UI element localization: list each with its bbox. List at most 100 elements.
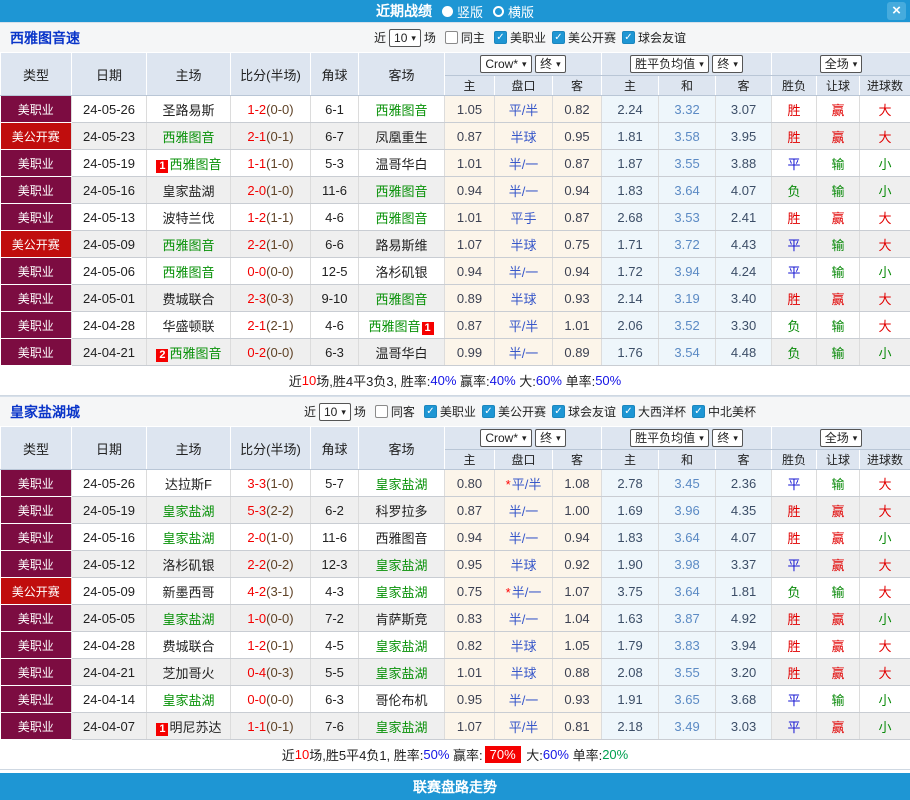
- avg-home-odds: 2.78: [602, 470, 659, 497]
- match-row: 美公开赛24-05-09新墨西哥4-2(3-1)4-3皇家盐湖0.75*半/一1…: [1, 578, 910, 605]
- avg-final-select[interactable]: 终▾: [712, 55, 743, 73]
- avg-away-odds: 3.37: [716, 551, 772, 578]
- league-checkbox[interactable]: ✓美公开赛: [482, 403, 546, 420]
- col-corner: 角球: [311, 53, 359, 96]
- odds-final-select[interactable]: 终▾: [535, 55, 566, 73]
- halftime-score: (0-0): [266, 102, 293, 117]
- home-team-name: 西雅图音: [162, 265, 214, 280]
- summary-segment: 40%: [430, 373, 456, 388]
- avg-final-select[interactable]: 终▾: [712, 429, 743, 447]
- fulltime-score: 0-2: [247, 345, 266, 360]
- fulltime-score: 2-3: [247, 291, 266, 306]
- summary-segment: 场,胜4平3负3, 胜率:: [316, 371, 430, 390]
- crow-handicap: 半/一: [495, 150, 553, 177]
- checkbox-checked-icon: ✓: [424, 405, 437, 418]
- radio-vertical-layout[interactable]: 竖版: [442, 2, 483, 21]
- league-checkbox[interactable]: ✓美职业: [494, 29, 546, 46]
- result-handicap: 输: [817, 686, 860, 713]
- star-icon: *: [506, 477, 511, 492]
- result-outcome: 平: [772, 686, 817, 713]
- home-team: 费城联合: [147, 285, 231, 312]
- fulltime-select[interactable]: 全场▾: [820, 429, 863, 447]
- avg-away-odds: 4.24: [716, 258, 772, 285]
- match-date: 24-05-19: [72, 150, 147, 177]
- result-outcome: 胜: [772, 204, 817, 231]
- result-goals: 大: [860, 123, 910, 150]
- match-date: 24-05-13: [72, 204, 147, 231]
- away-team: 科罗拉多: [359, 497, 445, 524]
- fulltime-score: 4-2: [247, 584, 266, 599]
- league-checkbox[interactable]: ✓大西洋杯: [622, 403, 686, 420]
- avg-away-odds: 3.88: [716, 150, 772, 177]
- corners: 5-7: [311, 470, 359, 497]
- avg-odds-select[interactable]: 胜平负均值▾: [630, 429, 709, 447]
- result-outcome: 平: [772, 470, 817, 497]
- col-odds-home: 主: [445, 450, 495, 470]
- col-date: 日期: [72, 53, 147, 96]
- league-checkbox[interactable]: ✓球会友谊: [622, 29, 686, 46]
- avg-draw-odds: 3.65: [659, 686, 716, 713]
- crow-home-odds: 0.89: [445, 285, 495, 312]
- score: 5-3(2-2): [231, 497, 311, 524]
- close-icon[interactable]: ×: [887, 2, 906, 20]
- summary-line: 近10场,胜4平3负3, 胜率:40% 赢率:40% 大:60% 单率:50%: [0, 366, 910, 396]
- away-team: 洛杉矶银: [359, 258, 445, 285]
- away-team-name: 西雅图音: [375, 211, 427, 226]
- league-checkbox[interactable]: ✓中北美杯: [692, 403, 756, 420]
- league-badge: 美职业: [1, 285, 72, 312]
- radio-selected-icon: [442, 6, 453, 17]
- match-row: 美职业24-05-05皇家盐湖1-0(0-0)7-2肯萨斯竞0.83半/一1.0…: [1, 605, 910, 632]
- radio-horizontal-layout[interactable]: 横版: [493, 2, 534, 21]
- avg-away-odds: 3.94: [716, 632, 772, 659]
- crow-home-odds: 0.83: [445, 605, 495, 632]
- handicap-text: 平/半: [512, 477, 542, 492]
- avg-away-odds: 2.36: [716, 470, 772, 497]
- result-handicap: 赢: [817, 285, 860, 312]
- score: 0-4(0-3): [231, 659, 311, 686]
- halftime-score: (2-2): [266, 503, 293, 518]
- summary-segment: 20%: [602, 747, 628, 762]
- home-team-name: 明尼苏达: [169, 720, 221, 735]
- home-team-name: 皇家盐湖: [162, 531, 214, 546]
- checkbox-checked-icon: ✓: [622, 405, 635, 418]
- odds-company-select[interactable]: Crow*▾: [480, 429, 531, 447]
- home-team-name: 皇家盐湖: [162, 612, 214, 627]
- halftime-score: (1-0): [266, 183, 293, 198]
- match-date: 24-05-09: [72, 231, 147, 258]
- fulltime-select[interactable]: 全场▾: [820, 55, 863, 73]
- radio-vertical-label: 竖版: [457, 2, 483, 21]
- halftime-score: (0-0): [266, 345, 293, 360]
- match-date: 24-04-14: [72, 686, 147, 713]
- match-row: 美公开赛24-05-09西雅图音2-2(1-0)6-6路易斯维1.07半球0.7…: [1, 231, 910, 258]
- team-section: 西雅图音速 近 10 ▾ 场 同主 ✓美职业✓美公开赛✓球会友谊: [0, 22, 910, 396]
- avg-away-odds: 3.07: [716, 96, 772, 123]
- match-date: 24-05-12: [72, 551, 147, 578]
- away-team-name: 温哥华白: [375, 346, 427, 361]
- league-checkbox[interactable]: ✓美公开赛: [552, 29, 616, 46]
- col-type: 类型: [1, 53, 72, 96]
- avg-away-odds: 4.48: [716, 339, 772, 366]
- result-outcome: 负: [772, 312, 817, 339]
- checkbox-checked-icon: ✓: [494, 31, 507, 44]
- odds-final-select[interactable]: 终▾: [535, 429, 566, 447]
- avg-home-odds: 1.79: [602, 632, 659, 659]
- result-goals: 大: [860, 312, 910, 339]
- avg-odds-select[interactable]: 胜平负均值▾: [630, 55, 709, 73]
- league-checkbox-label: 球会友谊: [638, 29, 686, 46]
- crow-away-odds: 0.93: [553, 686, 602, 713]
- halftime-score: (1-0): [266, 476, 293, 491]
- league-checkbox[interactable]: ✓美职业: [424, 403, 476, 420]
- same-venue-checkbox[interactable]: 同主: [445, 29, 485, 46]
- col-type: 类型: [1, 427, 72, 470]
- league-checkbox[interactable]: ✓球会友谊: [552, 403, 616, 420]
- match-count-select[interactable]: 10 ▾: [389, 29, 421, 47]
- result-outcome: 胜: [772, 524, 817, 551]
- halftime-score: (0-3): [266, 665, 293, 680]
- same-venue-checkbox[interactable]: 同客: [375, 403, 415, 420]
- result-handicap: 赢: [817, 123, 860, 150]
- odds-company-select[interactable]: Crow*▾: [480, 55, 531, 73]
- match-row: 美职业24-04-071明尼苏达1-1(0-1)7-6皇家盐湖1.07平/半0.…: [1, 713, 910, 740]
- summary-segment: 50%: [423, 747, 449, 762]
- result-outcome: 平: [772, 258, 817, 285]
- match-count-select[interactable]: 10 ▾: [319, 403, 351, 421]
